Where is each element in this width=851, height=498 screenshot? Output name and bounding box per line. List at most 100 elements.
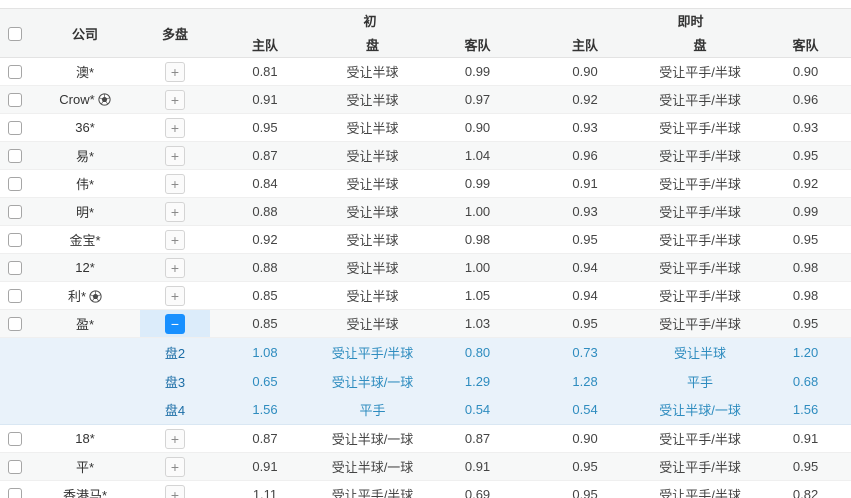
expand-row-button[interactable]: + <box>165 230 185 250</box>
init-away-odds: 1.00 <box>425 198 530 226</box>
init-home-odds: 0.85 <box>210 310 320 338</box>
init-handicap: 受让半球/一球 <box>320 453 425 481</box>
multi-odds-cell: + <box>140 86 210 114</box>
live-home-odds: 0.94 <box>530 282 640 310</box>
expand-row-button[interactable]: + <box>165 62 185 82</box>
live-handicap: 受让平手/半球 <box>640 86 760 114</box>
expand-row-button[interactable]: + <box>165 485 185 498</box>
collapse-row-button[interactable]: − <box>165 314 185 334</box>
init-handicap: 受让半球 <box>320 58 425 86</box>
row-select-cell <box>0 282 30 310</box>
live-handicap: 受让平手/半球 <box>640 254 760 282</box>
expand-row-button[interactable]: + <box>165 146 185 166</box>
live-handicap: 受让半球 <box>640 338 760 367</box>
expand-row-button[interactable]: + <box>165 90 185 110</box>
col-group-live: 即时 <box>530 9 851 32</box>
row-checkbox[interactable] <box>8 289 22 303</box>
company-cell: 12* <box>30 254 140 282</box>
row-select-cell <box>0 170 30 198</box>
col-header-live-away: 客队 <box>760 32 851 58</box>
multi-odds-cell: + <box>140 114 210 142</box>
init-handicap: 受让平手/半球 <box>320 338 425 367</box>
row-select-cell <box>0 481 30 498</box>
company-cell: 18* <box>30 425 140 453</box>
live-away-odds: 0.96 <box>760 86 851 114</box>
row-checkbox[interactable] <box>8 93 22 107</box>
select-all-checkbox[interactable] <box>8 27 22 41</box>
live-handicap: 受让半球/一球 <box>640 396 760 425</box>
multi-odds-cell: + <box>140 425 210 453</box>
multi-odds-cell: + <box>140 226 210 254</box>
row-checkbox[interactable] <box>8 177 22 191</box>
init-home-odds: 0.84 <box>210 170 320 198</box>
init-handicap: 受让平手/半球 <box>320 481 425 498</box>
live-away-odds: 0.98 <box>760 254 851 282</box>
live-home-odds: 0.91 <box>530 170 640 198</box>
company-cell: Crow* <box>30 86 140 114</box>
row-select-cell <box>0 114 30 142</box>
company-name: 伟* <box>76 177 94 192</box>
live-home-odds: 1.28 <box>530 367 640 396</box>
init-handicap: 平手 <box>320 396 425 425</box>
row-select-cell <box>0 310 30 338</box>
company-cell: 金宝* <box>30 226 140 254</box>
sub-handicap-label: 盘3 <box>140 367 210 396</box>
init-home-odds: 0.95 <box>210 114 320 142</box>
live-home-odds: 0.90 <box>530 58 640 86</box>
expand-row-button[interactable]: + <box>165 174 185 194</box>
live-home-odds: 0.95 <box>530 226 640 254</box>
odds-row: 利*+0.85受让半球1.050.94受让平手/半球0.98 <box>0 282 851 310</box>
multi-odds-cell: + <box>140 254 210 282</box>
row-select-cell <box>0 425 30 453</box>
odds-table: 公司 多盘 初 即时 主队 盘 客队 主队 盘 客队 澳*+0.81受让半球0.… <box>0 8 851 498</box>
company-cell: 36* <box>30 114 140 142</box>
company-cell: 利* <box>30 282 140 310</box>
col-header-live-handicap: 盘 <box>640 32 760 58</box>
init-home-odds: 1.11 <box>210 481 320 498</box>
expand-row-button[interactable]: + <box>165 429 185 449</box>
row-checkbox[interactable] <box>8 205 22 219</box>
expand-row-button[interactable]: + <box>165 286 185 306</box>
row-checkbox[interactable] <box>8 65 22 79</box>
live-handicap: 平手 <box>640 367 760 396</box>
live-away-odds: 0.68 <box>760 367 851 396</box>
odds-row: 36*+0.95受让半球0.900.93受让平手/半球0.93 <box>0 114 851 142</box>
col-header-init-away: 客队 <box>425 32 530 58</box>
live-away-odds: 1.20 <box>760 338 851 367</box>
row-checkbox[interactable] <box>8 121 22 135</box>
company-name: 12* <box>75 260 95 275</box>
expand-row-button[interactable]: + <box>165 258 185 278</box>
init-home-odds: 1.08 <box>210 338 320 367</box>
company-cell: 平* <box>30 453 140 481</box>
init-home-odds: 0.87 <box>210 142 320 170</box>
row-checkbox[interactable] <box>8 488 22 498</box>
row-checkbox[interactable] <box>8 149 22 163</box>
table-header: 公司 多盘 初 即时 主队 盘 客队 主队 盘 客队 <box>0 9 851 58</box>
init-handicap: 受让半球/一球 <box>320 367 425 396</box>
expand-row-button[interactable]: + <box>165 202 185 222</box>
odds-row: 伟*+0.84受让半球0.990.91受让平手/半球0.92 <box>0 170 851 198</box>
row-select-cell <box>0 142 30 170</box>
init-away-odds: 0.99 <box>425 58 530 86</box>
row-checkbox[interactable] <box>8 432 22 446</box>
company-name: 香港马* <box>63 488 107 498</box>
select-all-cell <box>0 9 30 58</box>
company-name: 18* <box>75 431 95 446</box>
expand-row-button[interactable]: + <box>165 457 185 477</box>
sub-row-spacer <box>30 367 140 396</box>
live-handicap: 受让平手/半球 <box>640 453 760 481</box>
row-checkbox[interactable] <box>8 233 22 247</box>
init-home-odds: 0.92 <box>210 226 320 254</box>
multi-odds-cell: + <box>140 198 210 226</box>
row-checkbox[interactable] <box>8 261 22 275</box>
init-away-odds: 0.54 <box>425 396 530 425</box>
expand-row-button[interactable]: + <box>165 118 185 138</box>
sub-row-spacer <box>0 338 30 367</box>
init-home-odds: 0.85 <box>210 282 320 310</box>
live-home-odds: 0.95 <box>530 453 640 481</box>
init-handicap: 受让半球 <box>320 226 425 254</box>
row-checkbox[interactable] <box>8 317 22 331</box>
live-handicap: 受让平手/半球 <box>640 481 760 498</box>
row-checkbox[interactable] <box>8 460 22 474</box>
odds-row: 易*+0.87受让半球1.040.96受让平手/半球0.95 <box>0 142 851 170</box>
